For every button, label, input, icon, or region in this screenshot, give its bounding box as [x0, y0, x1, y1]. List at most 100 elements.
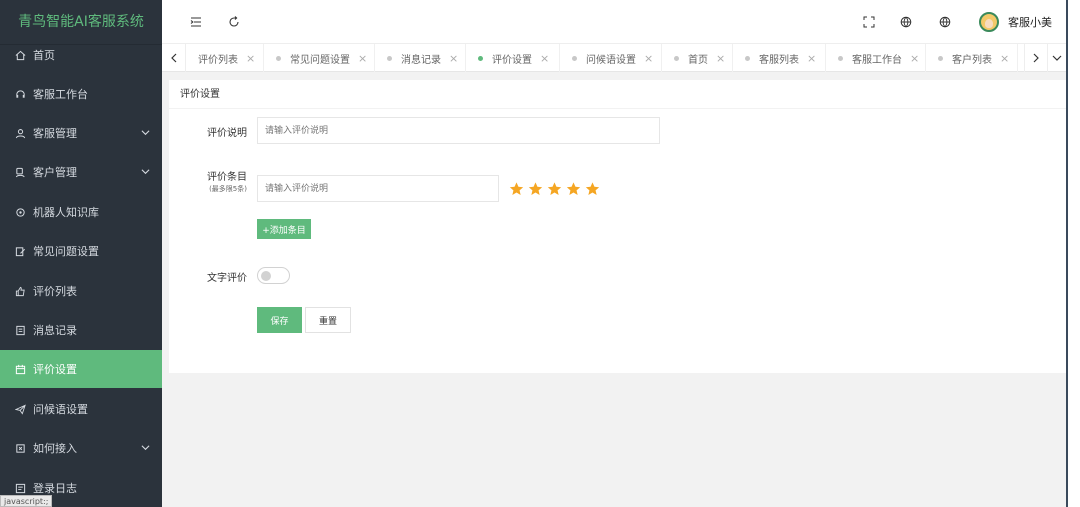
tab-agent-workbench[interactable]: 客服工作台 × — [826, 44, 926, 72]
chevron-right-icon — [1033, 53, 1039, 63]
sidebar-item-workbench[interactable]: 客服工作台 — [0, 75, 162, 113]
tabs-scroll-left-button[interactable] — [162, 44, 186, 72]
close-icon[interactable]: × — [358, 52, 367, 65]
review-description-label: 评价说明 — [207, 128, 247, 139]
tab-home[interactable]: 首页 × — [662, 44, 733, 72]
tab-label: 消息记录 — [401, 54, 441, 66]
send-icon — [14, 403, 26, 415]
tab-label: 评价列表 — [198, 54, 238, 66]
tabs-dropdown-button[interactable] — [1048, 44, 1066, 72]
tab-greeting-settings[interactable]: 问候语设置 × — [560, 44, 662, 72]
sidebar-item-label: 评价列表 — [33, 285, 77, 298]
review-items-limit-note: (最多限5条) — [209, 185, 247, 193]
sidebar-item-message-records[interactable]: 消息记录 — [0, 311, 162, 349]
star-icon — [528, 182, 543, 195]
tab-label: 首页 — [688, 54, 708, 66]
page-title: 评价设置 — [169, 80, 1066, 109]
sidebar-item-label: 首页 — [33, 49, 55, 62]
close-icon[interactable]: × — [1000, 52, 1009, 65]
customer-icon — [14, 166, 26, 178]
tab-review-settings[interactable]: 评价设置 × — [466, 44, 560, 72]
window-edge — [1066, 0, 1080, 507]
review-description-input[interactable] — [257, 117, 660, 144]
sidebar-item-label: 评价设置 — [33, 363, 77, 376]
tab-dot — [387, 55, 392, 61]
tab-dot — [938, 55, 943, 61]
tab-customer-list[interactable]: 客户列表 × — [926, 44, 1018, 72]
reset-button[interactable]: 重置 — [305, 307, 351, 333]
tab-dot-active — [478, 55, 483, 61]
sidebar-item-label: 登录日志 — [33, 482, 77, 495]
chevron-down-icon — [141, 169, 150, 175]
plug-icon — [14, 442, 26, 454]
sidebar-item-home[interactable]: 首页 — [0, 36, 162, 74]
user-menu[interactable]: 客服小美 — [979, 11, 1052, 33]
sidebar-item-customer-management[interactable]: 客户管理 — [0, 153, 162, 191]
refresh-button[interactable] — [226, 14, 242, 30]
tab-label: 评价设置 — [492, 54, 532, 66]
refresh-icon — [229, 16, 239, 27]
tab-faq-settings[interactable]: 常见问题设置 × — [264, 44, 375, 72]
chevron-down-icon — [141, 445, 150, 451]
home-icon — [14, 49, 26, 61]
save-button[interactable]: 保存 — [257, 307, 302, 333]
toggle-knob — [261, 271, 271, 281]
close-icon[interactable]: × — [449, 52, 458, 65]
sidebar-item-review-settings[interactable]: 评价设置 — [0, 350, 162, 388]
add-item-button[interactable]: +添加条目 — [257, 219, 311, 239]
tab-review-list[interactable]: 评价列表 × — [186, 44, 264, 72]
sidebar-item-label: 客服管理 — [33, 127, 77, 140]
sidebar-item-robot-knowledge[interactable]: 机器人知识库 — [0, 193, 162, 231]
close-icon[interactable]: × — [807, 52, 816, 65]
sidebar-item-label: 常见问题设置 — [33, 245, 99, 258]
headset-icon — [14, 88, 26, 100]
robot-icon — [14, 206, 26, 218]
star-icon — [509, 182, 524, 195]
chevron-down-icon — [1052, 55, 1062, 61]
tab-dot — [745, 55, 750, 61]
sidebar-item-label: 问候语设置 — [33, 403, 88, 416]
sidebar-item-label: 客服工作台 — [33, 88, 88, 101]
tab-dot — [674, 55, 679, 61]
user-name: 客服小美 — [1008, 16, 1052, 29]
fullscreen-icon — [863, 16, 875, 28]
globe-icon — [939, 16, 951, 28]
close-icon[interactable]: × — [716, 52, 725, 65]
sidebar-item-how-to-integrate[interactable]: 如何接入 — [0, 429, 162, 467]
theme-button[interactable] — [937, 14, 953, 30]
tab-dot — [838, 55, 843, 61]
review-item-input[interactable] — [257, 175, 499, 202]
close-icon[interactable]: × — [644, 52, 653, 65]
log-icon — [14, 482, 26, 494]
menu-fold-icon — [190, 17, 201, 27]
sidebar: 青鸟智能AI客服系统 首页 客服工作台 客服管理 客户管理 机器人知识库 常见问… — [0, 0, 162, 507]
sidebar-item-review-list[interactable]: 评价列表 — [0, 272, 162, 310]
calendar-icon — [14, 363, 26, 375]
sidebar-item-agent-management[interactable]: 客服管理 — [0, 114, 162, 152]
tab-message-records[interactable]: 消息记录 × — [375, 44, 466, 72]
sidebar-item-faq-settings[interactable]: 常见问题设置 — [0, 232, 162, 270]
close-icon[interactable]: × — [910, 52, 919, 65]
sidebar-item-greeting-settings[interactable]: 问候语设置 — [0, 390, 162, 428]
tab-agent-list[interactable]: 客服列表 × — [733, 44, 826, 72]
thumbs-up-icon — [14, 285, 26, 297]
sidebar-item-label: 客户管理 — [33, 166, 77, 179]
chevron-left-icon — [170, 53, 176, 63]
star-icon — [566, 182, 581, 195]
text-review-toggle[interactable] — [257, 267, 290, 284]
collapse-menu-button[interactable] — [188, 14, 204, 30]
status-bar-hint: javascript:; — [0, 495, 53, 507]
chevron-down-icon — [141, 130, 150, 136]
language-button[interactable] — [898, 14, 914, 30]
tabs-scroll-right-button[interactable] — [1024, 44, 1048, 72]
user-icon — [14, 127, 26, 139]
tab-label: 常见问题设置 — [290, 54, 350, 66]
close-icon[interactable]: × — [246, 52, 255, 65]
fullscreen-button[interactable] — [861, 14, 877, 30]
tab-dot — [276, 55, 281, 61]
document-icon — [14, 324, 26, 336]
edit-icon — [14, 245, 26, 257]
sidebar-item-label: 机器人知识库 — [33, 206, 99, 219]
close-icon[interactable]: × — [540, 52, 549, 65]
tab-label: 客服列表 — [759, 54, 799, 66]
